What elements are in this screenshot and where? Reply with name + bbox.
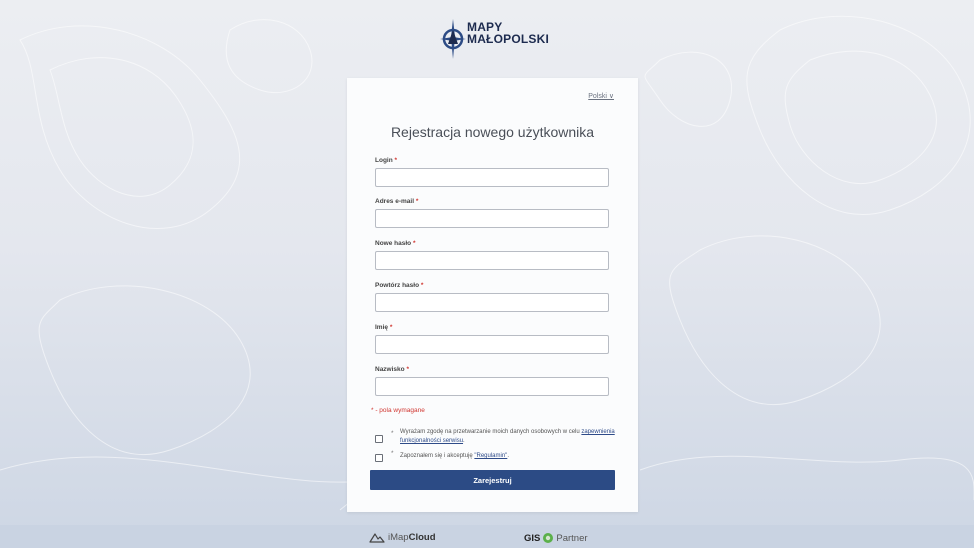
email-label: Adres e-mail * xyxy=(375,198,419,205)
login-label: Login * xyxy=(375,157,398,164)
compass-logo-icon xyxy=(440,19,466,59)
imapcloud-logo[interactable]: iMap Cloud xyxy=(369,532,436,543)
footer-band xyxy=(0,525,974,548)
terms-checkbox[interactable] xyxy=(375,454,383,462)
consent-data-text: Wyrażam zgodę na przetwarzanie moich dan… xyxy=(400,429,615,444)
imap-prefix: iMap xyxy=(388,532,409,543)
terms-link[interactable]: "Regulamin" xyxy=(474,453,507,459)
mapy-malopolski-logo[interactable]: MAPY MAŁOPOLSKI xyxy=(438,17,549,65)
register-button[interactable]: Zarejestruj xyxy=(370,470,615,490)
cloud-triangle-icon xyxy=(369,532,385,543)
imap-bold: Cloud xyxy=(408,532,436,543)
logo-line-2: MAŁOPOLSKI xyxy=(467,32,549,46)
login-input[interactable] xyxy=(375,168,609,187)
first-name-input[interactable] xyxy=(375,335,609,354)
language-selector[interactable]: Polski ∨ xyxy=(588,92,614,100)
registration-card: Polski ∨ Rejestracja nowego użytkownika … xyxy=(347,78,638,512)
first-name-label: Imię * xyxy=(375,324,393,331)
repeat-password-input[interactable] xyxy=(375,293,609,312)
last-name-input[interactable] xyxy=(375,377,609,396)
email-input[interactable] xyxy=(375,209,609,228)
gis-rest: Partner xyxy=(556,532,588,544)
gis-partner-logo[interactable]: GIS Partner xyxy=(524,532,588,544)
new-password-input[interactable] xyxy=(375,251,609,270)
repeat-password-label: Powtórz hasło * xyxy=(375,282,424,289)
last-name-label: Nazwisko * xyxy=(375,366,409,373)
terms-text: Zapoznałem się i akceptuję "Regulamin". xyxy=(400,453,509,459)
page-title: Rejestracja nowego użytkownika xyxy=(390,124,595,141)
consent-data-checkbox[interactable] xyxy=(375,435,383,443)
new-password-label: Nowe hasło * xyxy=(375,240,416,247)
terms-star: * xyxy=(391,450,394,457)
required-fields-note: * - pola wymagane xyxy=(371,407,425,414)
consent-data-star: * xyxy=(391,430,394,437)
gis-bold: GIS xyxy=(524,532,541,544)
gis-dot-icon xyxy=(543,533,554,543)
